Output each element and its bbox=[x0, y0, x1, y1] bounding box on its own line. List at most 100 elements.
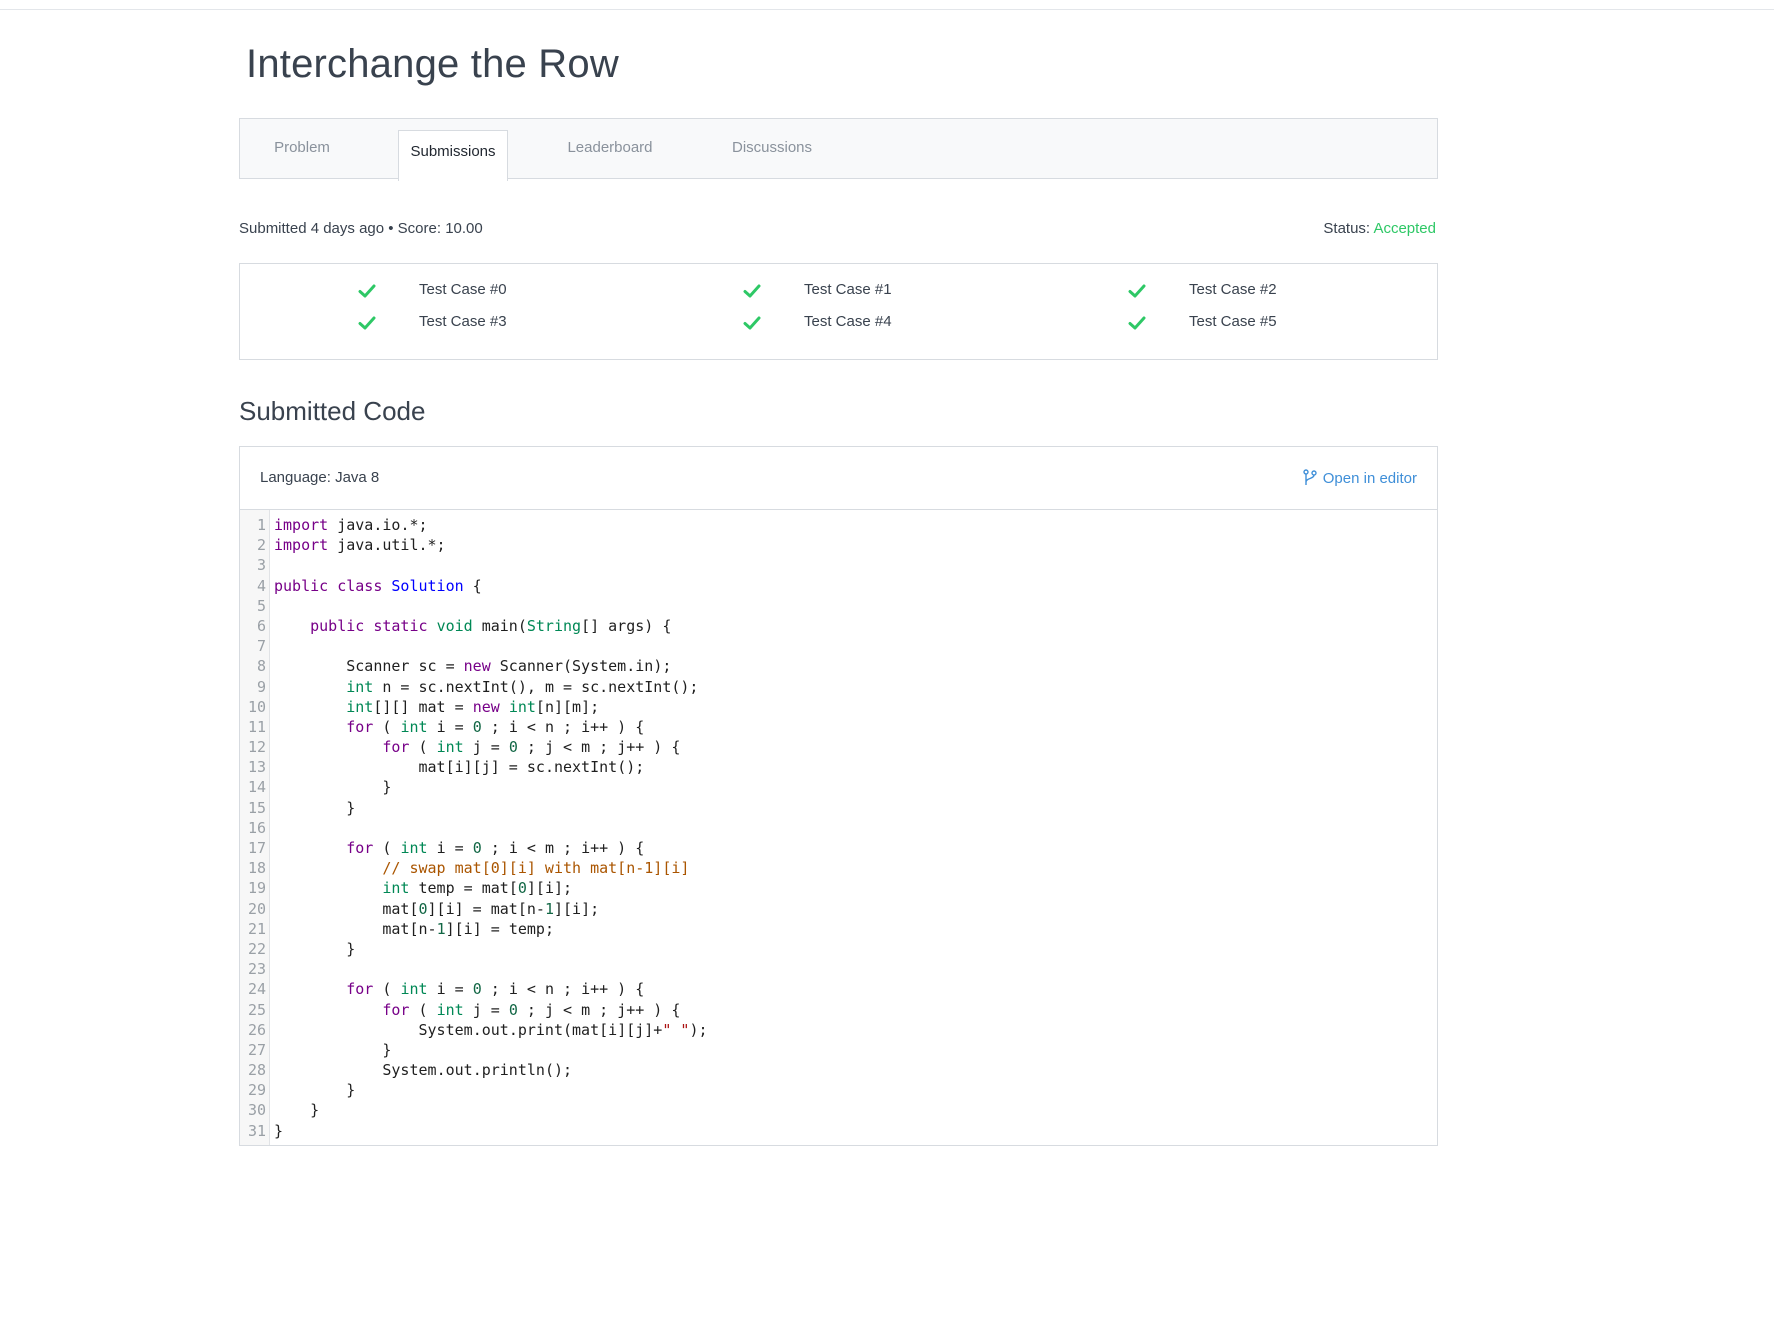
tab-leaderboard[interactable]: Leaderboard bbox=[546, 119, 674, 180]
code-text: for ( int j = 0 ; j < m ; j++ ) { bbox=[382, 738, 681, 757]
line-number: 29 bbox=[247, 1081, 266, 1100]
code-line: 25 for ( int j = 0 ; j < m ; j++ ) { bbox=[240, 1000, 1437, 1020]
tab-bar: Problem Submissions Leaderboard Discussi… bbox=[239, 118, 1438, 181]
code-line: 21 mat[n-1][i] = temp; bbox=[240, 919, 1437, 939]
submitted-code-title: Submitted Code bbox=[239, 396, 426, 426]
line-number: 26 bbox=[247, 1020, 266, 1039]
code-text: public static void main(String[] args) { bbox=[310, 616, 672, 635]
submission-status: Status: Accepted bbox=[1323, 220, 1436, 237]
code-text: import java.io.*; bbox=[274, 516, 428, 534]
tab-discussions[interactable]: Discussions bbox=[708, 119, 836, 180]
code-line: 20 mat[0][i] = mat[n-1][i]; bbox=[240, 899, 1437, 919]
code-text: for ( int j = 0 ; j < m ; j++ ) { bbox=[382, 1000, 681, 1019]
line-number: 24 bbox=[247, 980, 266, 999]
line-number: 31 bbox=[247, 1121, 266, 1140]
line-number: 4 bbox=[256, 576, 266, 595]
code-line: 30 } bbox=[240, 1100, 1437, 1120]
code-line: 24 for ( int i = 0 ; i < n ; i++ ) { bbox=[240, 979, 1437, 999]
line-number: 17 bbox=[247, 839, 266, 857]
code-text: public class Solution { bbox=[274, 576, 482, 595]
code-line: 4 public class Solution { bbox=[240, 576, 1437, 596]
line-number: 23 bbox=[247, 960, 266, 979]
code-text: for ( int i = 0 ; i < m ; i++ ) { bbox=[346, 839, 645, 857]
test-case-label: Test Case #4 bbox=[804, 313, 892, 330]
code-line: 11 for ( int i = 0 ; i < n ; i++ ) { bbox=[240, 717, 1437, 737]
check-icon bbox=[1128, 316, 1146, 330]
code-text: } bbox=[274, 798, 356, 817]
code-text: int[][] mat = new int[n][m]; bbox=[346, 697, 600, 716]
code-line: 1 import java.io.*; bbox=[240, 515, 1437, 535]
line-number: 27 bbox=[247, 1040, 266, 1059]
code-text: // swap mat[0][i] with mat[n-1][i] bbox=[382, 859, 690, 878]
code-line: 3 bbox=[240, 555, 1437, 575]
check-icon bbox=[358, 316, 376, 330]
code-line: 31} bbox=[240, 1121, 1437, 1141]
code-text: } bbox=[274, 1040, 392, 1059]
code-line: 9 int n = sc.nextInt(), m = sc.nextInt()… bbox=[240, 677, 1437, 697]
code-text: System.out.println(); bbox=[382, 1061, 573, 1080]
code-line: 14 } bbox=[240, 777, 1437, 797]
code-header: Language: Java 8 Open in editor bbox=[240, 447, 1437, 510]
code-line: 10 int[][] mat = new int[n][m]; bbox=[240, 697, 1437, 717]
line-number: 28 bbox=[247, 1061, 266, 1080]
code-text: Scanner sc = new Scanner(System.in); bbox=[346, 657, 672, 676]
line-number: 19 bbox=[247, 879, 266, 898]
open-in-editor-link[interactable]: Open in editor bbox=[1303, 469, 1417, 487]
line-number: 18 bbox=[247, 859, 266, 878]
code-line: 19 int temp = mat[0][i]; bbox=[240, 878, 1437, 898]
line-number: 14 bbox=[247, 778, 266, 797]
code-text: System.out.print(mat[i][j]+" "); bbox=[418, 1020, 708, 1039]
line-number: 13 bbox=[247, 758, 266, 777]
code-editor[interactable]: 1 import java.io.*; 2 import java.util.*; 3 4… bbox=[240, 515, 1437, 1141]
check-icon bbox=[743, 316, 761, 330]
top-divider bbox=[0, 9, 1774, 10]
code-text: mat[n-1][i] = temp; bbox=[382, 919, 554, 938]
line-number: 8 bbox=[256, 657, 266, 676]
line-number: 20 bbox=[247, 899, 266, 918]
code-line: 18 // swap mat[0][i] with mat[n-1][i] bbox=[240, 858, 1437, 878]
code-line: 28 System.out.println(); bbox=[240, 1060, 1437, 1080]
code-line: 7 bbox=[240, 636, 1437, 656]
code-line: 16 bbox=[240, 818, 1437, 838]
line-number: 12 bbox=[247, 738, 266, 757]
line-number: 9 bbox=[256, 677, 266, 696]
code-text: } bbox=[274, 939, 356, 958]
test-case-label: Test Case #2 bbox=[1189, 281, 1277, 298]
code-line: 12 for ( int j = 0 ; j < m ; j++ ) { bbox=[240, 737, 1437, 757]
check-icon bbox=[1128, 284, 1146, 298]
test-case-label: Test Case #0 bbox=[419, 281, 507, 298]
line-number: 6 bbox=[256, 616, 266, 635]
code-line: 23 bbox=[240, 959, 1437, 979]
code-line: 13 mat[i][j] = sc.nextInt(); bbox=[240, 757, 1437, 777]
code-text: import java.util.*; bbox=[274, 536, 446, 555]
tab-submissions[interactable]: Submissions bbox=[398, 130, 508, 181]
code-panel: Language: Java 8 Open in editor 1 import … bbox=[239, 446, 1438, 1146]
line-number: 16 bbox=[247, 818, 266, 837]
status-value: Accepted bbox=[1373, 220, 1436, 237]
check-icon bbox=[358, 284, 376, 298]
code-line: 17 for ( int i = 0 ; i < m ; i++ ) { bbox=[240, 838, 1437, 858]
line-number: 15 bbox=[247, 798, 266, 817]
code-text: for ( int i = 0 ; i < n ; i++ ) { bbox=[346, 717, 645, 736]
code-line: 2 import java.util.*; bbox=[240, 535, 1437, 555]
test-case-label: Test Case #3 bbox=[419, 313, 507, 330]
line-number: 21 bbox=[247, 919, 266, 938]
code-text: mat[i][j] = sc.nextInt(); bbox=[418, 758, 645, 777]
test-case-panel: Test Case #0 Test Case #1 Test Case #2 T… bbox=[239, 263, 1438, 360]
code-line: 5 bbox=[240, 596, 1437, 616]
test-case-label: Test Case #5 bbox=[1189, 313, 1277, 330]
code-line: 27 } bbox=[240, 1040, 1437, 1060]
code-line: 26 System.out.print(mat[i][j]+" "); bbox=[240, 1020, 1437, 1040]
line-number: 11 bbox=[247, 717, 266, 736]
line-number: 7 bbox=[256, 637, 266, 656]
line-number: 10 bbox=[247, 697, 266, 716]
status-label: Status: bbox=[1323, 220, 1371, 237]
code-line: 15 } bbox=[240, 798, 1437, 818]
test-case-label: Test Case #1 bbox=[804, 281, 892, 298]
tab-problem[interactable]: Problem bbox=[240, 119, 364, 180]
code-line: 8 Scanner sc = new Scanner(System.in); bbox=[240, 656, 1437, 676]
line-number: 5 bbox=[256, 596, 266, 615]
line-number: 3 bbox=[256, 556, 266, 575]
language-label: Language: Java 8 bbox=[260, 469, 380, 486]
line-number: 22 bbox=[247, 939, 266, 958]
